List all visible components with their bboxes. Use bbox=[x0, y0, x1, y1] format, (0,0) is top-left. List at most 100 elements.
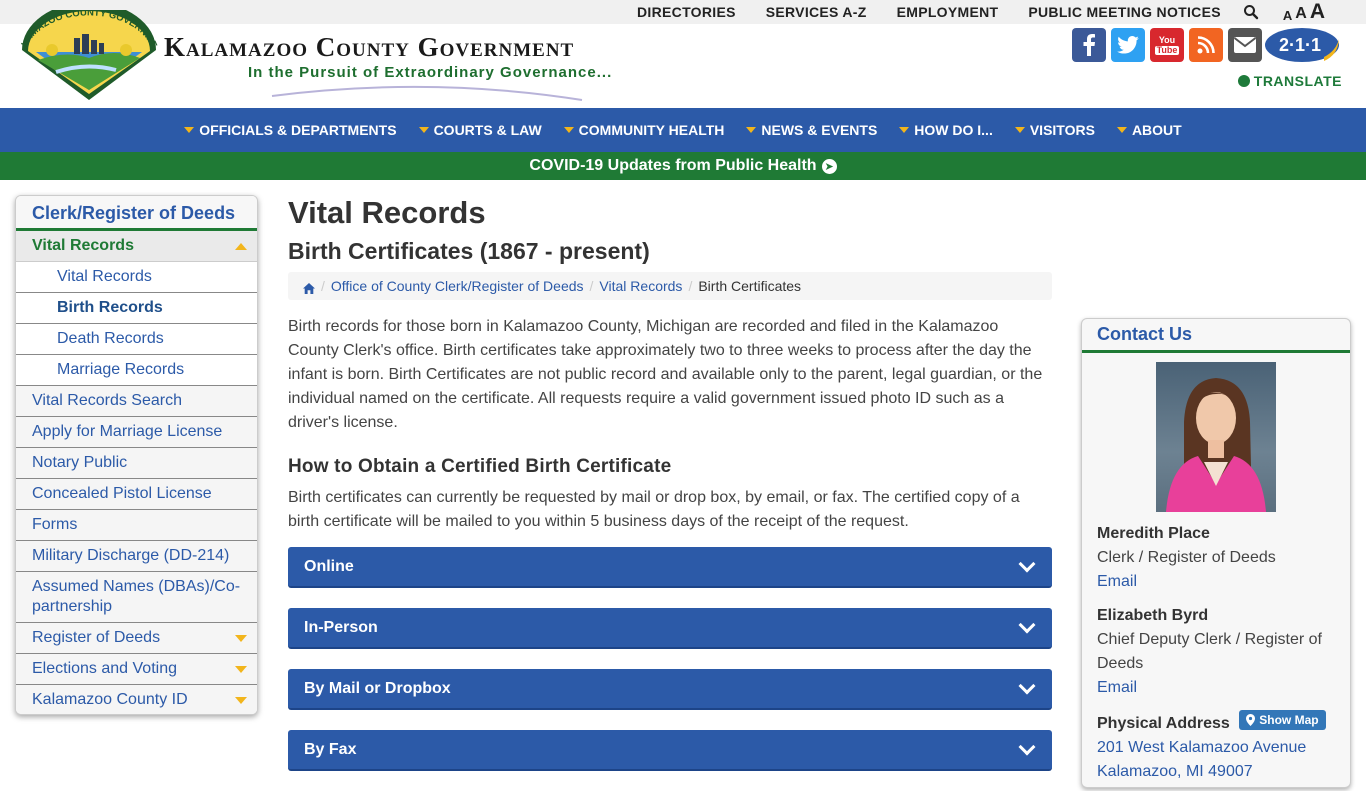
employment-link[interactable]: EMPLOYMENT bbox=[897, 4, 999, 20]
sidebar-subitem-vital-records[interactable]: Vital Records bbox=[16, 262, 257, 293]
caret-up-icon bbox=[235, 242, 247, 250]
contact-email-link[interactable]: Email bbox=[1097, 679, 1137, 696]
section-heading: How to Obtain a Certified Birth Certific… bbox=[288, 456, 672, 477]
nav-label: OFFICIALS & DEPARTMENTS bbox=[199, 122, 397, 138]
breadcrumb-vital-records[interactable]: Vital Records bbox=[599, 278, 682, 294]
covid-banner[interactable]: COVID-19 Updates from Public Health ➤ bbox=[0, 152, 1366, 180]
breadcrumb-clerk-office[interactable]: Office of County Clerk/Register of Deeds bbox=[331, 278, 584, 294]
accordion-by-fax[interactable]: By Fax bbox=[288, 730, 1052, 771]
sidebar-item-assumed-names[interactable]: Assumed Names (DBAs)/Co-partnership bbox=[16, 572, 257, 623]
chevron-down-icon bbox=[1018, 555, 1036, 572]
main-navigation: OFFICIALS & DEPARTMENTS COURTS & LAW COM… bbox=[0, 108, 1366, 152]
county-logo[interactable]: KALAMAZOO COUNTY GOVERNMENT bbox=[13, 2, 162, 102]
search-icon[interactable] bbox=[1243, 4, 1259, 20]
caret-down-icon bbox=[746, 127, 757, 133]
sidebar-item-notary-public[interactable]: Notary Public bbox=[16, 448, 257, 479]
public-meeting-notices-link[interactable]: PUBLIC MEETING NOTICES bbox=[1028, 4, 1221, 20]
sidebar-item-elections[interactable]: Elections and Voting bbox=[16, 654, 257, 685]
nav-officials-departments[interactable]: OFFICIALS & DEPARTMENTS bbox=[184, 122, 397, 138]
sidebar-subitem-birth-records[interactable]: Birth Records bbox=[16, 293, 257, 324]
sidebar-item-vital-records-search[interactable]: Vital Records Search bbox=[16, 386, 257, 417]
nav-visitors[interactable]: VISITORS bbox=[1014, 122, 1095, 138]
text-size-large-button[interactable]: A bbox=[1310, 1, 1325, 22]
services-az-link[interactable]: SERVICES A-Z bbox=[766, 4, 867, 20]
arrow-circle-right-icon: ➤ bbox=[821, 158, 837, 174]
contact-email-link[interactable]: Email bbox=[1097, 573, 1137, 590]
main-content: Vital Records Birth Certificates (1867 -… bbox=[288, 190, 1052, 791]
sidebar-item-label: Vital Records bbox=[32, 237, 134, 254]
sidebar-item-register-of-deeds[interactable]: Register of Deeds bbox=[16, 623, 257, 654]
caret-down-icon bbox=[235, 696, 247, 704]
sidebar-item-county-id[interactable]: Kalamazoo County ID bbox=[16, 685, 257, 714]
covid-banner-text: COVID-19 Updates from Public Health bbox=[529, 157, 817, 174]
twitter-icon[interactable] bbox=[1111, 28, 1145, 62]
contact-name: Elizabeth Byrd bbox=[1097, 607, 1209, 624]
caret-down-icon bbox=[563, 127, 574, 133]
nav-courts-law[interactable]: COURTS & LAW bbox=[418, 122, 542, 138]
page-title: Vital Records bbox=[288, 195, 486, 230]
caret-down-icon bbox=[235, 634, 247, 642]
sidebar-item-marriage-license[interactable]: Apply for Marriage License bbox=[16, 417, 257, 448]
accordion-label: In-Person bbox=[304, 618, 378, 636]
sidebar-item-vital-records[interactable]: Vital Records bbox=[16, 231, 257, 262]
address-line-1[interactable]: 201 West Kalamazoo Avenue bbox=[1097, 736, 1342, 760]
accordion-label: By Mail or Dropbox bbox=[304, 679, 451, 697]
accordion-by-mail[interactable]: By Mail or Dropbox bbox=[288, 669, 1052, 710]
sidebar-subitem-marriage-records[interactable]: Marriage Records bbox=[16, 355, 257, 386]
site-title[interactable]: Kalamazoo County Government bbox=[164, 32, 574, 63]
nav-how-do-i[interactable]: HOW DO I... bbox=[899, 122, 993, 138]
sidebar-item-label: Notary Public bbox=[32, 454, 128, 471]
email-icon[interactable] bbox=[1228, 28, 1262, 62]
text-size-small-button[interactable]: A bbox=[1283, 9, 1292, 22]
text-size-medium-button[interactable]: A bbox=[1295, 6, 1307, 22]
facebook-icon[interactable] bbox=[1072, 28, 1106, 62]
sidebar-item-label: Apply for Marriage License bbox=[32, 423, 223, 440]
rss-icon[interactable] bbox=[1189, 28, 1223, 62]
nav-community-health[interactable]: COMMUNITY HEALTH bbox=[563, 122, 724, 138]
contact-info: Meredith Place Clerk / Register of Deeds… bbox=[1097, 522, 1342, 784]
contact-title: Contact Us bbox=[1082, 319, 1350, 353]
accordion-label: Online bbox=[304, 557, 354, 575]
sidebar-item-military-discharge[interactable]: Military Discharge (DD-214) bbox=[16, 541, 257, 572]
home-icon[interactable] bbox=[303, 281, 315, 294]
breadcrumb-current: Birth Certificates bbox=[698, 278, 802, 294]
sidebar-title[interactable]: Clerk/Register of Deeds bbox=[16, 196, 257, 231]
utility-links: DIRECTORIES SERVICES A-Z EMPLOYMENT PUBL… bbox=[637, 0, 1366, 24]
breadcrumb: / Office of County Clerk/Register of Dee… bbox=[288, 272, 1052, 300]
contact-role: Chief Deputy Clerk / Register of Deeds bbox=[1097, 631, 1322, 672]
nav-label: HOW DO I... bbox=[914, 122, 993, 138]
nav-label: VISITORS bbox=[1029, 122, 1095, 138]
howto-paragraph: Birth certificates can currently be requ… bbox=[288, 489, 1020, 530]
chevron-down-icon bbox=[1018, 677, 1036, 694]
physical-address-row: Physical Address Show Map bbox=[1097, 710, 1342, 736]
contact-name: Meredith Place bbox=[1097, 525, 1210, 542]
address-line-2[interactable]: Kalamazoo, MI 49007 bbox=[1097, 760, 1342, 784]
accordion-in-person[interactable]: In-Person bbox=[288, 608, 1052, 649]
sidebar-item-label: Death Records bbox=[57, 330, 164, 347]
caret-down-icon bbox=[418, 127, 429, 133]
physical-address-label: Physical Address bbox=[1097, 715, 1230, 732]
nav-label: ABOUT bbox=[1131, 122, 1182, 138]
caret-down-icon bbox=[1116, 127, 1127, 133]
social-links: You Tube bbox=[1072, 28, 1267, 62]
show-map-button[interactable]: Show Map bbox=[1239, 710, 1326, 730]
nav-news-events[interactable]: NEWS & EVENTS bbox=[746, 122, 877, 138]
sidebar-item-label: Military Discharge (DD-214) bbox=[32, 547, 230, 564]
accordion-label: By Fax bbox=[304, 740, 357, 758]
youtube-icon[interactable]: You Tube bbox=[1150, 28, 1184, 62]
sidebar-subitem-death-records[interactable]: Death Records bbox=[16, 324, 257, 355]
nav-about[interactable]: ABOUT bbox=[1116, 122, 1182, 138]
nav-label: NEWS & EVENTS bbox=[761, 122, 878, 138]
text-size-controls: A A A bbox=[1283, 1, 1328, 22]
site-header: KALAMAZOO COUNTY GOVERNMENT Kalamazoo Co… bbox=[0, 2, 1366, 108]
badge-211[interactable]: 2·1·1 bbox=[1264, 27, 1340, 63]
directories-link[interactable]: DIRECTORIES bbox=[637, 4, 736, 20]
accordion-online[interactable]: Online bbox=[288, 547, 1052, 588]
sidebar-item-forms[interactable]: Forms bbox=[16, 510, 257, 541]
tagline-swoosh bbox=[271, 85, 583, 101]
sidebar-item-concealed-pistol[interactable]: Concealed Pistol License bbox=[16, 479, 257, 510]
accordion: Online In-Person By Mail or Dropbox By F… bbox=[288, 547, 1052, 771]
translate-link[interactable]: TRANSLATE bbox=[1237, 73, 1342, 89]
sidebar-item-label: Forms bbox=[32, 516, 78, 533]
caret-down-icon bbox=[1014, 127, 1025, 133]
